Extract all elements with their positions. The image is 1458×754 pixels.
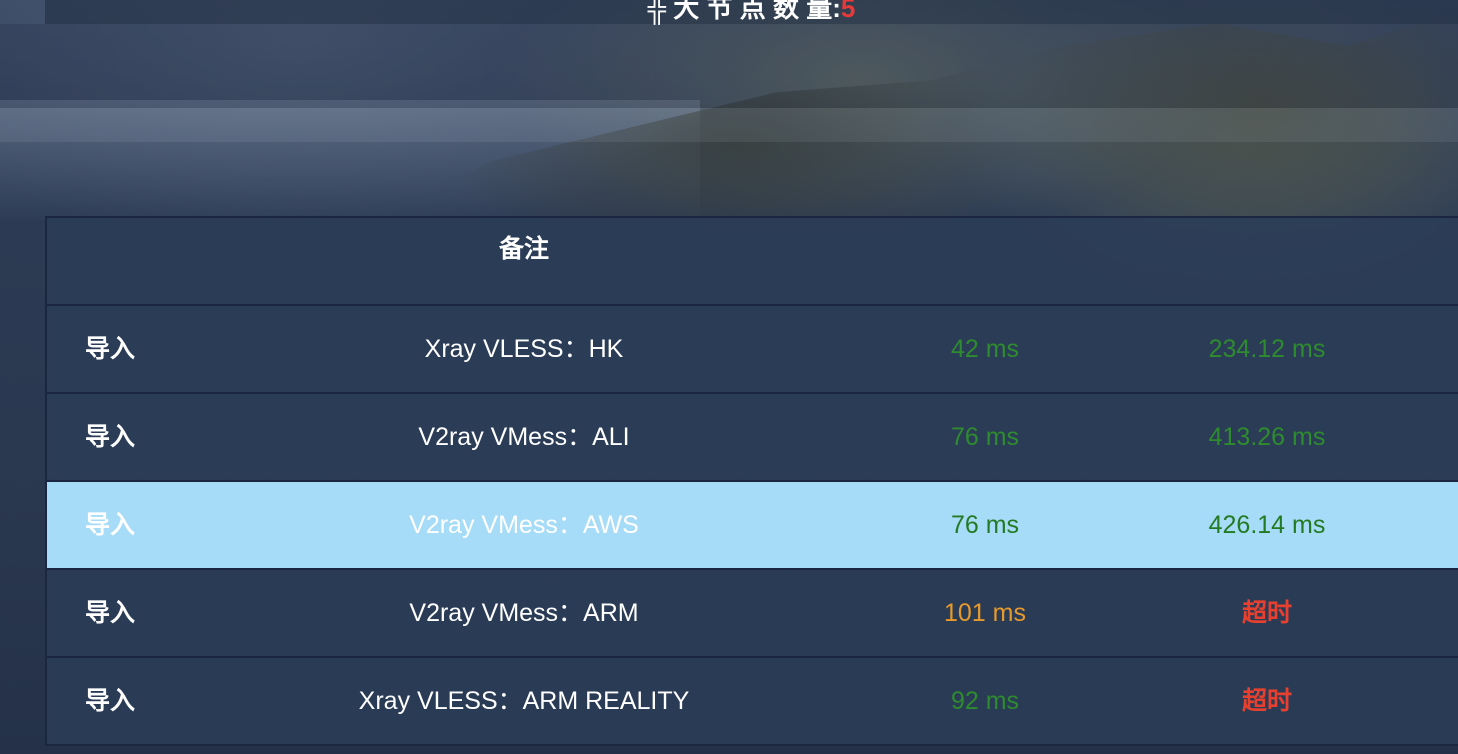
node-latency: 101 ms bbox=[944, 599, 1026, 627]
node-count: 5 bbox=[840, 0, 856, 23]
node-remark: V2ray VMess：ALI bbox=[418, 423, 630, 451]
node-latency: 76 ms bbox=[950, 423, 1020, 451]
table-row[interactable]: 导入 V2ray VMess：ARM 101 ms 超时 bbox=[47, 570, 1458, 658]
node-remark: Xray VLESS：HK bbox=[424, 335, 624, 363]
node-remark: V2ray VMess：AWS bbox=[409, 511, 639, 539]
node-latency: 76 ms bbox=[950, 511, 1020, 539]
background-band bbox=[0, 24, 1458, 108]
background-band-light bbox=[0, 108, 1458, 142]
page-title: ╬ 大 节 点 数 量:5 bbox=[45, 0, 1458, 25]
node-speed: 234.12 ms bbox=[1208, 335, 1326, 363]
import-link[interactable]: 导入 bbox=[85, 482, 205, 568]
page-header: ╬ 大 节 点 数 量:5 bbox=[45, 0, 1458, 24]
column-header-latency bbox=[885, 218, 1085, 304]
table-row[interactable]: 导入 Xray VLESS：HK 42 ms 234.12 ms bbox=[47, 306, 1458, 394]
import-link[interactable]: 导入 bbox=[85, 306, 205, 392]
node-speed: 413.26 ms bbox=[1208, 423, 1326, 451]
node-speed-timeout: 超时 bbox=[1241, 687, 1292, 715]
page-title-text: ╬ 大 节 点 数 量: bbox=[647, 0, 841, 23]
node-table: 备注 导入 Xray VLESS：HK 42 ms 234.12 ms 导入 V… bbox=[45, 216, 1458, 746]
table-row-selected[interactable]: 导入 V2ray VMess：AWS 76 ms 426.14 ms bbox=[47, 482, 1458, 570]
table-row[interactable]: 导入 Xray VLESS：ARM REALITY 92 ms 超时 bbox=[47, 658, 1458, 746]
node-remark: Xray VLESS：ARM REALITY bbox=[358, 687, 690, 715]
node-latency: 92 ms bbox=[950, 687, 1020, 715]
column-header-remark: 备注 bbox=[498, 235, 549, 263]
column-header-action bbox=[85, 218, 205, 304]
import-link[interactable]: 导入 bbox=[85, 394, 205, 480]
node-latency: 42 ms bbox=[950, 335, 1020, 363]
node-remark: V2ray VMess：ARM bbox=[409, 599, 639, 627]
table-row[interactable]: 导入 V2ray VMess：ALI 76 ms 413.26 ms bbox=[47, 394, 1458, 482]
import-link[interactable]: 导入 bbox=[85, 570, 205, 656]
node-speed-timeout: 超时 bbox=[1241, 599, 1292, 627]
import-link[interactable]: 导入 bbox=[85, 658, 205, 744]
node-speed: 426.14 ms bbox=[1208, 511, 1326, 539]
table-header-row: 备注 bbox=[47, 218, 1458, 306]
column-header-speed bbox=[1167, 218, 1367, 304]
